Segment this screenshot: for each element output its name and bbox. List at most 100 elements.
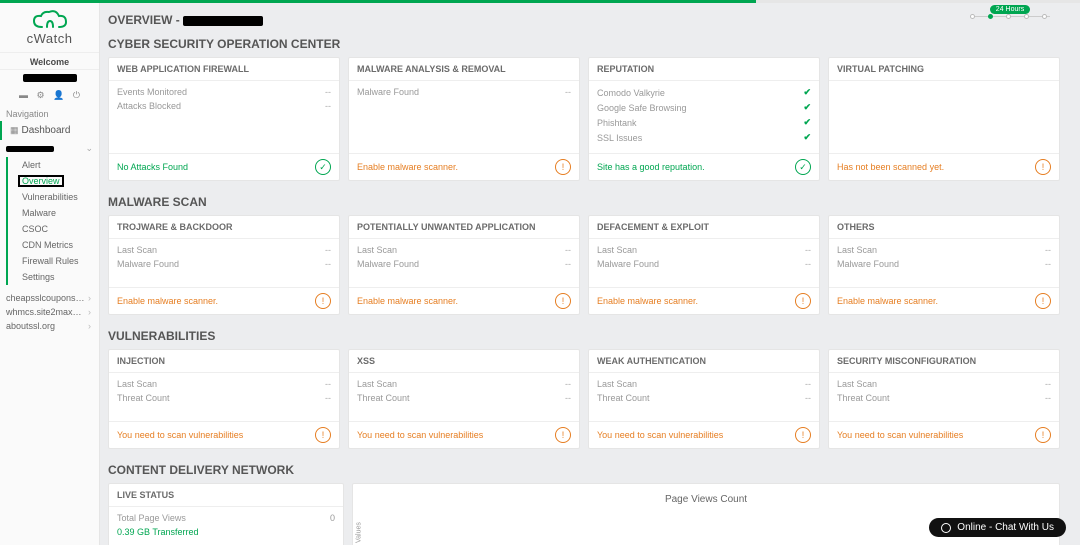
card-footer-text[interactable]: You need to scan vulnerabilities [597, 430, 723, 440]
card-xss: XSS Last Scan-- Threat Count-- You need … [348, 349, 580, 449]
label-malware-found: Malware Found [357, 259, 419, 269]
alert-icon[interactable]: ! [555, 427, 571, 443]
card-trojware: TROJWARE & BACKDOOR Last Scan -- Malware … [108, 215, 340, 315]
domain-subnav: Alert Overview Vulnerabilities Malware C… [6, 157, 99, 285]
card-title: REPUTATION [589, 58, 819, 81]
label-threat-count: Threat Count [357, 393, 410, 403]
chat-icon [941, 523, 951, 533]
gear-icon[interactable]: ⚙ [37, 90, 45, 100]
label-threat-count: Threat Count [117, 393, 170, 403]
csoc-grid: WEB APPLICATION FIREWALL Events Monitore… [108, 57, 1060, 181]
check-icon[interactable]: ✓ [315, 159, 331, 175]
subnav-cdn-metrics[interactable]: CDN Metrics [8, 237, 99, 253]
label-threat-count: Threat Count [837, 393, 890, 403]
card-defacement: DEFACEMENT & EXPLOIT Last Scan-- Malware… [588, 215, 820, 315]
chat-widget[interactable]: Online - Chat With Us [929, 518, 1066, 537]
card-footer-text[interactable]: Enable malware scanner. [837, 296, 938, 306]
subnav-alert[interactable]: Alert [8, 157, 99, 173]
card-title: SECURITY MISCONFIGURATION [829, 350, 1059, 373]
alert-icon[interactable]: ! [1035, 293, 1051, 309]
subnav-csoc[interactable]: CSOC [8, 221, 99, 237]
alert-icon[interactable]: ! [555, 159, 571, 175]
alert-icon[interactable]: ! [315, 293, 331, 309]
alert-icon[interactable]: ! [555, 293, 571, 309]
value-transferred: 0.39 GB Transferred [117, 527, 199, 537]
label-events-monitored: Events Monitored [117, 87, 187, 97]
check-icon[interactable]: ✓ [795, 159, 811, 175]
subnav-vulnerabilities[interactable]: Vulnerabilities [8, 189, 99, 205]
domain-item-3[interactable]: aboutssl.org [0, 319, 99, 333]
label-last-scan: Last Scan [597, 245, 637, 255]
label-last-scan: Last Scan [117, 245, 157, 255]
subnav-malware[interactable]: Malware [8, 205, 99, 221]
card-weak-auth: WEAK AUTHENTICATION Last Scan-- Threat C… [588, 349, 820, 449]
cdn-grid: LIVE STATUS Total Page Views0 0.39 GB Tr… [108, 483, 1060, 545]
label-malware-found: Malware Found [117, 259, 179, 269]
alert-icon[interactable]: ! [315, 427, 331, 443]
card-title: TROJWARE & BACKDOOR [109, 216, 339, 239]
card-footer-text[interactable]: Enable malware scanner. [117, 296, 218, 306]
value-dash: -- [565, 379, 571, 389]
label-malware-found: Malware Found [597, 259, 659, 269]
label-attacks-blocked: Attacks Blocked [117, 101, 181, 111]
power-icon[interactable]: ⏻ [73, 90, 80, 100]
value-dash: -- [325, 259, 331, 269]
user-icon[interactable]: 👤 [53, 90, 64, 100]
chevron-down-icon[interactable]: ⌄ [85, 143, 93, 154]
card-title: OTHERS [829, 216, 1059, 239]
card-footer-text[interactable]: Enable malware scanner. [597, 296, 698, 306]
card-title: VIRTUAL PATCHING [829, 58, 1059, 81]
value-dash: -- [1045, 379, 1051, 389]
value-dash: -- [565, 393, 571, 403]
malware-grid: TROJWARE & BACKDOOR Last Scan -- Malware … [108, 215, 1060, 315]
section-cdn: CONTENT DELIVERY NETWORK [108, 463, 1060, 477]
card-waf: WEB APPLICATION FIREWALL Events Monitore… [108, 57, 340, 181]
card-footer-text: No Attacks Found [117, 162, 188, 172]
value-dash: -- [565, 87, 571, 97]
chat-label: Online - Chat With Us [957, 522, 1054, 533]
label-malware-found: Malware Found [357, 87, 419, 97]
value-dash: -- [1045, 393, 1051, 403]
rep-item: SSL Issues [597, 133, 642, 143]
alert-icon[interactable]: ! [795, 427, 811, 443]
card-footer-text[interactable]: You need to scan vulnerabilities [357, 430, 483, 440]
time-range-selector[interactable]: 24 Hours [970, 4, 1050, 17]
card-title: LIVE STATUS [109, 484, 343, 507]
subnav-overview[interactable]: Overview [18, 175, 64, 187]
check-icon: ✔ [803, 132, 811, 143]
flag-icon[interactable]: ▬ [19, 90, 28, 100]
card-title: INJECTION [109, 350, 339, 373]
label-threat-count: Threat Count [597, 393, 650, 403]
card-footer-text[interactable]: You need to scan vulnerabilities [837, 430, 963, 440]
alert-icon[interactable]: ! [795, 293, 811, 309]
card-injection: INJECTION Last Scan -- Threat Count -- You… [108, 349, 340, 449]
alert-icon[interactable]: ! [1035, 159, 1051, 175]
page-title-prefix: OVERVIEW - [108, 13, 183, 27]
check-icon: ✔ [803, 87, 811, 98]
alert-icon[interactable]: ! [1035, 427, 1051, 443]
value-dash: -- [1045, 259, 1051, 269]
domain-item-2[interactable]: whmcs.site2max… [0, 305, 99, 319]
value-dash: -- [325, 245, 331, 255]
subnav-settings[interactable]: Settings [8, 269, 99, 285]
card-footer-text: Site has a good reputation. [597, 162, 705, 172]
card-footer-text[interactable]: You need to scan vulnerabilities [117, 430, 243, 440]
card-footer-text[interactable]: Enable malware scanner. [357, 296, 458, 306]
subnav-firewall-rules[interactable]: Firewall Rules [8, 253, 99, 269]
label-last-scan: Last Scan [597, 379, 637, 389]
value-dash: -- [325, 393, 331, 403]
progress-bar [0, 0, 1080, 3]
card-footer-text: Has not been scanned yet. [837, 162, 944, 172]
label-last-scan: Last Scan [117, 379, 157, 389]
domain-item-1[interactable]: cheapsslcoupons… [0, 291, 99, 305]
card-virtual-patching: VIRTUAL PATCHING Has not been scanned ye… [828, 57, 1060, 181]
nav-dashboard[interactable]: Dashboard [0, 121, 99, 140]
main-content: OVERVIEW - CYBER SECURITY OPERATION CENT… [100, 3, 1068, 545]
card-footer-text[interactable]: Enable malware scanner. [357, 162, 458, 172]
redacted-title-domain [183, 16, 263, 26]
value-dash: -- [565, 245, 571, 255]
brand-logo[interactable]: cWatch [0, 9, 99, 46]
section-vulnerabilities: VULNERABILITIES [108, 329, 1060, 343]
chart-title: Page Views Count [359, 494, 1053, 505]
value-dash: -- [325, 379, 331, 389]
